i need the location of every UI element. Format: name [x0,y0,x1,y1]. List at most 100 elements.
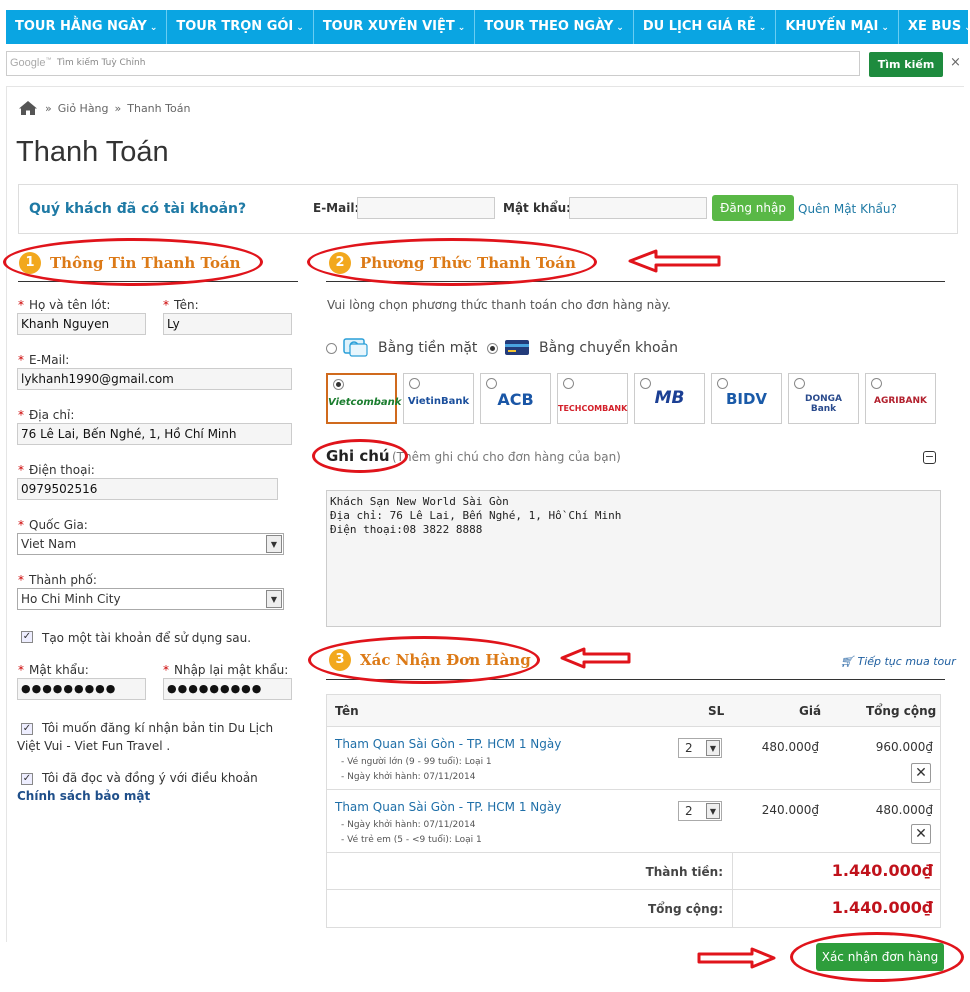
firstname-field[interactable]: Ly [163,313,292,335]
note-textarea[interactable]: Khách Sạn New World Sài Gòn Địa chỉ: 76 … [326,490,941,627]
newsletter-label: Tôi muốn đăng kí nhận bản tin Du Lịch Vi… [17,721,274,753]
address-field[interactable]: 76 Lê Lai, Bến Nghé, 1, Hồ Chí Minh [17,423,292,445]
phone-label: * Điện thoại: [18,463,95,477]
nav-label: TOUR TRỌN GÓI [176,19,294,34]
bank-radio[interactable] [563,378,574,389]
bank-radio[interactable] [871,378,882,389]
terms-label: Tôi đã đọc và đồng ý với điều khoản Chín… [17,771,258,803]
col-qty: SL [708,704,725,718]
remove-icon[interactable]: ✕ [911,763,931,783]
chevron-down-icon: ▼ [266,535,282,553]
lastname-field[interactable]: Khanh Nguyen [17,313,146,335]
nav-item-promotions[interactable]: KHUYẾN MẠI ⌄ [776,10,899,44]
bank-radio[interactable] [409,378,420,389]
nav-item-budget-travel[interactable]: DU LỊCH GIÁ RẺ ⌄ [634,10,777,44]
bank-radio[interactable] [486,378,497,389]
search-input[interactable]: Google™ Tìm kiếm Tuỳ Chỉnh [6,51,860,76]
cash-label[interactable]: Bằng tiền mặt [378,340,477,356]
nav-label: TOUR XUYÊN VIỆT [322,19,455,34]
home-icon[interactable] [18,100,38,116]
col-total: Tổng cộng [866,704,937,718]
nav-item-cross-vietnam[interactable]: TOUR XUYÊN VIỆT ⌄ [314,10,476,44]
annotation-ellipse [307,238,597,286]
bank-name: AGRIBANK [874,396,927,406]
repassword-field[interactable]: ●●●●●●●●● [163,678,292,700]
bank-radio[interactable] [717,378,728,389]
divider [6,86,7,942]
bank-agribank[interactable]: AGRIBANK [865,373,936,424]
subtotal-value: 1.440.000₫ [831,861,933,880]
bank-vietinbank[interactable]: VietinBank [403,373,474,424]
divider [732,853,733,889]
product-link[interactable]: Tham Quan Sài Gòn - TP. HCM 1 Ngày [335,800,561,814]
chevron-down-icon: ⌄ [964,23,970,33]
cash-icon [343,338,368,357]
bank-radio[interactable] [333,379,344,390]
login-button[interactable]: Đăng nhập [712,195,794,221]
quantity-select[interactable]: 2 ▼ [678,738,722,758]
forgot-password-link[interactable]: Quên Mật Khẩu? [798,202,897,216]
breadcrumb-separator: » [114,101,122,115]
arrow-right-icon [697,947,776,969]
note-subtitle: (Thêm ghi chú cho đơn hàng của bạn) [392,450,621,464]
login-bar: Quý khách đã có tài khoản? E-Mail: Mật k… [18,184,958,234]
login-email-field[interactable] [357,197,495,219]
bank-radio[interactable] [794,378,805,389]
annotation-ellipse [308,636,540,684]
address-label: * Địa chỉ: [18,408,75,422]
breadcrumb-checkout: Thanh Toán [127,101,191,115]
collapse-icon[interactable]: − [923,451,936,464]
col-price: Giá [799,704,822,718]
bank-mb[interactable]: MB [634,373,705,424]
continue-shopping-link[interactable]: 🛒︎ Tiếp tục mua tour [840,655,956,668]
remove-icon[interactable]: ✕ [911,824,931,844]
page-title: Thanh Toán [16,136,169,168]
bank-donga[interactable]: DONGA Bank [788,373,859,424]
bank-bidv[interactable]: BIDV [711,373,782,424]
nav-item-package-tours[interactable]: TOUR TRỌN GÓI ⌄ [167,10,314,44]
chevron-down-icon: ⌄ [296,23,304,33]
bank-name: VietinBank [407,396,470,407]
nav-item-bus[interactable]: XE BUS ⌄ [899,10,970,44]
privacy-policy-link[interactable]: Chính sách bảo mật [17,789,150,803]
phone-field[interactable]: 0979502516 [17,478,278,500]
chevron-down-icon: ▼ [706,803,720,819]
grand-total-row: Tổng cộng: 1.440.000₫ [327,890,940,927]
bank-acb[interactable]: ACB [480,373,551,424]
grand-total-value: 1.440.000₫ [831,898,933,917]
product-detail: - Vé trẻ em (5 - <9 tuổi): Loại 1 [341,835,482,845]
city-select[interactable]: Ho Chi Minh City ▼ [17,588,284,610]
transfer-label[interactable]: Bằng chuyển khoản [539,340,678,356]
arrow-left-icon [628,249,721,273]
quantity-select[interactable]: 2 ▼ [678,801,722,821]
email-label: * E-Mail: [18,353,70,367]
bank-techcombank[interactable]: TECHCOMBANK [557,373,628,424]
close-icon[interactable]: × [950,55,961,70]
product-detail: - Vé người lớn (9 - 99 tuổi): Loại 1 [341,757,492,767]
chevron-down-icon: ⌄ [881,23,889,33]
nav-label: TOUR HẰNG NGÀY [15,19,147,34]
email-field[interactable]: lykhanh1990@gmail.com [17,368,292,390]
chevron-down-icon: ▼ [706,740,720,756]
line-total: 960.000₫ [875,740,933,754]
bank-vietcombank[interactable]: Vietcombank [326,373,401,424]
transfer-radio[interactable] [487,343,498,354]
search-button[interactable]: Tìm kiếm [869,52,943,77]
bank-name: ACB [497,390,534,409]
login-password-field[interactable] [569,197,707,219]
breadcrumb-cart[interactable]: Giỏ Hàng [58,102,109,115]
cash-radio[interactable] [326,343,337,354]
country-select[interactable]: Viet Nam ▼ [17,533,284,555]
nav-item-tours-by-day[interactable]: TOUR THEO NGÀY ⌄ [475,10,634,44]
login-email-label: E-Mail: [313,201,360,215]
credit-card-icon [505,340,529,355]
nav-item-daily-tours[interactable]: TOUR HẰNG NGÀY ⌄ [6,10,168,44]
divider [732,890,733,927]
line-total: 480.000₫ [875,803,933,817]
bank-name: MB [654,388,685,408]
password-field[interactable]: ●●●●●●●●● [17,678,146,700]
login-question: Quý khách đã có tài khoản? [29,201,247,217]
product-link[interactable]: Tham Quan Sài Gòn - TP. HCM 1 Ngày [335,737,561,751]
create-account-checkbox[interactable]: ✓ [21,631,33,643]
order-table: Tên SL Giá Tổng cộng Tham Quan Sài Gòn -… [326,694,941,928]
